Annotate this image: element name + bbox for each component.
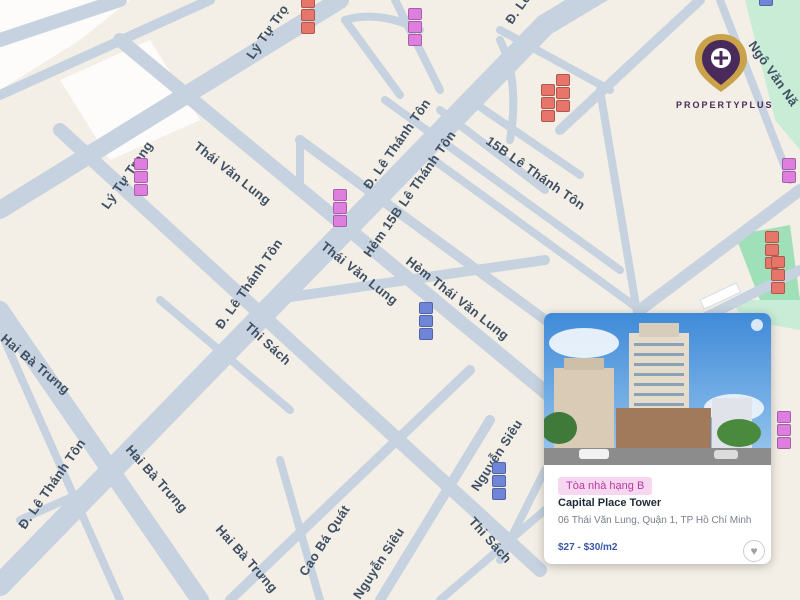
building-marker-red[interactable] <box>556 74 572 113</box>
property-photo <box>544 313 771 465</box>
building-marker-red[interactable] <box>301 0 317 35</box>
property-title[interactable]: Capital Place Tower <box>558 497 661 509</box>
property-price: $27 - $30/m2 <box>558 542 618 553</box>
building-marker-pink[interactable] <box>333 189 349 228</box>
building-class-badge: Tòa nhà hạng B <box>558 477 653 495</box>
building-marker-pink[interactable] <box>134 158 150 197</box>
brand-logo: PROPERTYPLUS <box>676 30 774 114</box>
brand-name: PROPERTYPLUS <box>676 100 774 110</box>
building-marker-red[interactable] <box>771 256 787 295</box>
heart-icon[interactable]: ♥ <box>743 540 765 562</box>
building-marker-pink[interactable] <box>782 158 798 184</box>
location-pin-plus-icon <box>695 34 747 92</box>
property-card[interactable]: Tòa nhà hạng B Capital Place Tower 06 Th… <box>544 313 771 564</box>
property-address: 06 Thái Văn Lung, Quận 1, TP Hồ Chí Minh <box>558 515 752 526</box>
building-marker-blue[interactable] <box>492 462 508 501</box>
building-marker-pink[interactable] <box>777 411 793 450</box>
building-marker-pink[interactable] <box>408 8 424 47</box>
building-marker-red[interactable] <box>541 84 557 123</box>
building-marker-blue[interactable] <box>419 302 435 341</box>
building-marker-blue[interactable] <box>759 0 775 7</box>
